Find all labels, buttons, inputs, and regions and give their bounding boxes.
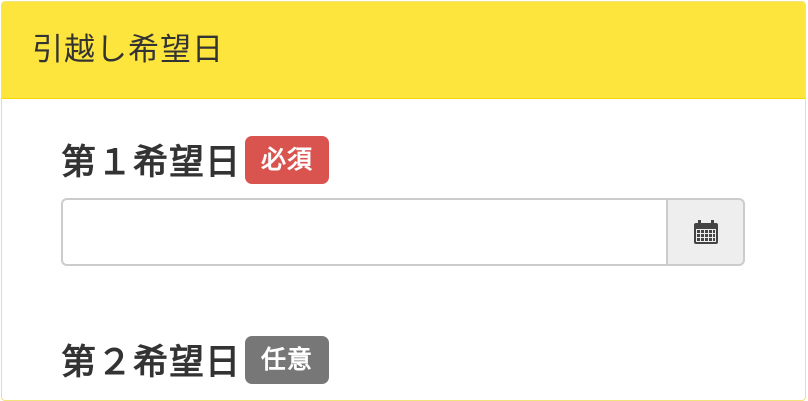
first-choice-label: 第１希望日 必須	[61, 134, 330, 185]
first-choice-date-input[interactable]	[61, 198, 666, 266]
required-badge: 必須	[245, 135, 330, 184]
panel-title: 引越し希望日	[32, 31, 224, 68]
first-choice-label-text: 第１希望日	[61, 143, 242, 183]
optional-badge: 任意	[245, 335, 330, 384]
calendar-icon	[693, 220, 718, 244]
first-choice-date-group	[61, 198, 745, 266]
calendar-button[interactable]	[666, 198, 745, 266]
panel-heading: 引越し希望日	[2, 2, 805, 99]
second-choice-label: 第２希望日 任意	[61, 334, 330, 385]
second-choice-label-text: 第２希望日	[61, 343, 242, 383]
